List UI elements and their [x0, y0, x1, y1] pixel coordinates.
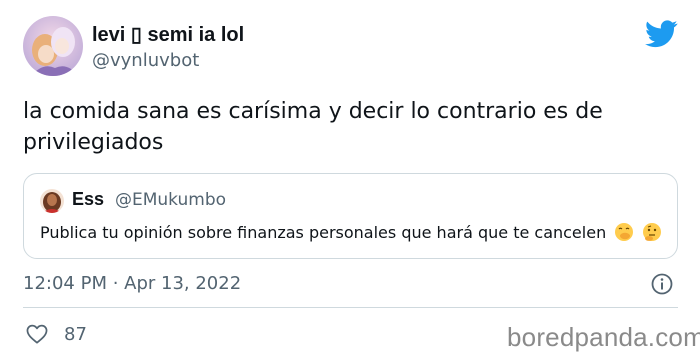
info-icon[interactable] — [651, 273, 673, 295]
tweet-timestamp[interactable]: 12:04 PM · Apr 13, 2022 — [23, 273, 241, 294]
heart-icon[interactable] — [26, 324, 48, 344]
tweet-text: la comida sana es carísima y decir lo co… — [23, 99, 603, 155]
quoted-tweet-text-line: Publica tu opinión sobre finanzas person… — [40, 222, 662, 242]
thinking-face-emoji — [643, 223, 662, 241]
quoted-author-avatar[interactable] — [40, 189, 64, 213]
watermark: boredpanda.com — [507, 322, 700, 352]
author-handle[interactable]: @vynluvbot — [92, 50, 199, 71]
face-with-hand-over-mouth-emoji — [615, 223, 634, 241]
author-display-name[interactable]: levi ▯ semi ia lol — [92, 22, 244, 47]
quoted-author-display-name[interactable]: Ess — [72, 189, 104, 210]
quoted-tweet-text: Publica tu opinión sobre finanzas person… — [40, 223, 607, 242]
divider — [23, 307, 678, 308]
quoted-tweet[interactable]: Ess @EMukumbo Publica tu opinión sobre f… — [23, 173, 678, 259]
twitter-bird-icon — [645, 20, 678, 48]
quoted-author-handle[interactable]: @EMukumbo — [115, 190, 226, 210]
author-avatar[interactable] — [23, 16, 83, 76]
like-count: 87 — [64, 324, 87, 345]
